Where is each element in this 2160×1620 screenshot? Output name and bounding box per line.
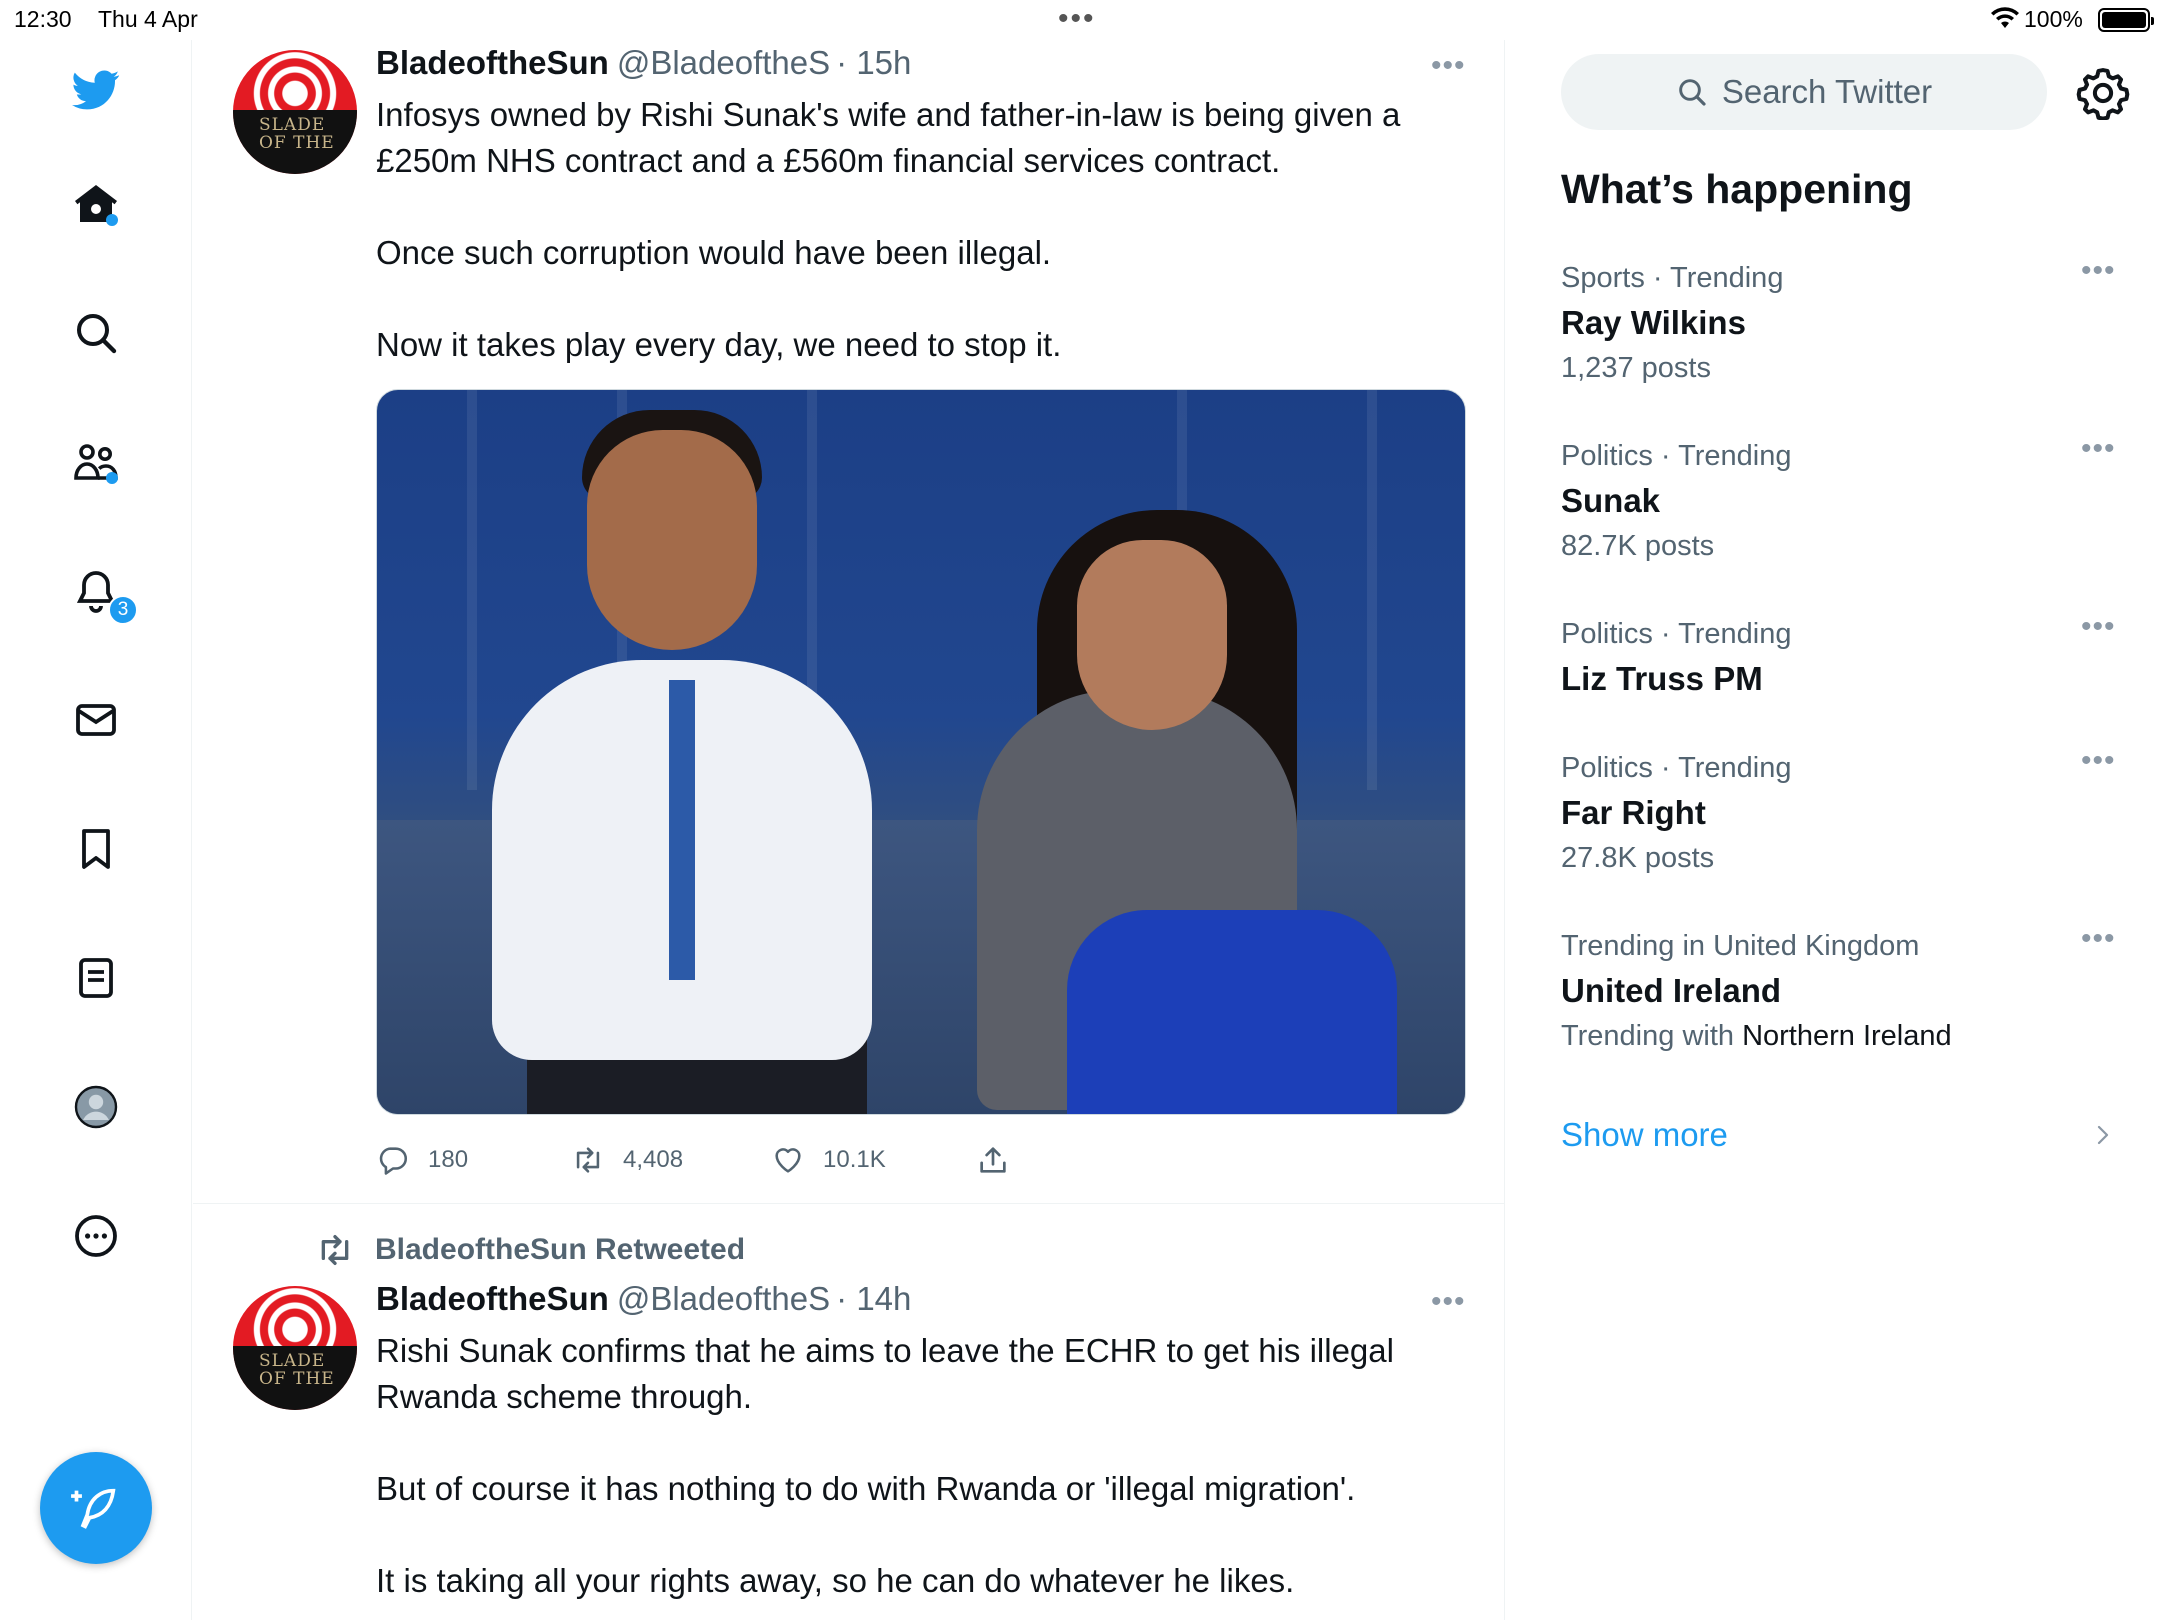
reply-button[interactable]: 180 (376, 1143, 468, 1177)
right-sidebar: Search Twitter What’s happening Sports ·… (1506, 40, 2160, 1620)
search-icon[interactable] (66, 303, 126, 363)
tweet-paragraph: Once such corruption would have been ill… (376, 234, 1052, 271)
wifi-icon (1991, 7, 2019, 28)
tweet-photo[interactable] (376, 389, 1466, 1115)
trend-title: United Ireland (1561, 972, 1782, 1009)
communities-icon[interactable] (66, 432, 126, 492)
trend-more-icon[interactable]: ••• (2081, 744, 2116, 778)
tweet-actions: 180 4,408 10.1K (376, 1143, 1476, 1183)
settings-gear-icon[interactable] (2076, 66, 2130, 120)
share-button[interactable] (976, 1143, 1010, 1177)
author-handle[interactable]: @BladeoftheS (617, 44, 830, 81)
trend-context: Politics · Trending (1561, 440, 1792, 472)
tweet-more-icon[interactable]: ••• (1431, 1287, 1466, 1317)
bookmark-icon[interactable] (66, 819, 126, 879)
tweet-paragraph: But of course it has nothing to do with … (376, 1470, 1356, 1507)
retweet-count: 4,408 (623, 1146, 684, 1173)
heart-icon (775, 1148, 801, 1173)
search-input[interactable]: Search Twitter (1561, 54, 2047, 130)
retweet-icon (321, 1235, 349, 1265)
tweet-text: Rishi Sunak confirms that he aims to lea… (376, 1328, 1476, 1604)
timeline: SLADE OF THE BladeoftheSun @BladeoftheS · 1… (193, 40, 1505, 1620)
twitter-logo-icon[interactable] (66, 60, 126, 120)
more-options-circle-icon[interactable] (66, 1206, 126, 1266)
trend-title: Far Right (1561, 794, 1706, 831)
tweet-more-icon[interactable]: ••• (1431, 51, 1466, 81)
like-button[interactable]: 10.1K (771, 1143, 886, 1177)
trend-more-icon[interactable]: ••• (2081, 432, 2116, 466)
home-icon[interactable] (66, 174, 126, 234)
lists-icon[interactable] (66, 948, 126, 1008)
tweet-header: BladeoftheSun @BladeoftheS · 15h (376, 44, 911, 82)
search-icon (1679, 79, 1706, 106)
chevron-right-icon[interactable] (2091, 1118, 2115, 1152)
avatar-logo-text: SLADE OF THE (259, 1351, 335, 1389)
avatar-logo-text: SLADE OF THE (259, 115, 335, 153)
trend-context: Politics · Trending (1561, 618, 1792, 650)
tweet-paragraph: Infosys owned by Rishi Sunak's wife and … (376, 96, 1401, 179)
battery-icon (2098, 8, 2154, 32)
author-name[interactable]: BladeoftheSun (376, 1280, 609, 1317)
trend-item[interactable]: Politics · Trending Sunak 82.7K posts ••… (1561, 432, 2121, 566)
battery-percentage: 100% (2024, 6, 2083, 32)
author-avatar[interactable]: SLADE OF THE (233, 50, 357, 174)
home-unread-dot (106, 214, 118, 226)
whats-happening-heading: What’s happening (1561, 166, 1913, 212)
trend-related: Trending with Northern Ireland (1561, 1016, 2121, 1056)
tweet-time[interactable]: · 15h (836, 44, 911, 81)
trend-title: Ray Wilkins (1561, 304, 1746, 341)
tweet-paragraph: Rishi Sunak confirms that he aims to lea… (376, 1332, 1394, 1415)
tweet-divider (193, 1203, 1505, 1204)
feather-plus-icon (71, 1488, 116, 1529)
trend-post-count: 27.8K posts (1561, 842, 1715, 874)
trend-more-icon[interactable]: ••• (2081, 254, 2116, 288)
tweet-header: BladeoftheSun @BladeoftheS · 14h (376, 1280, 911, 1318)
tweet-time[interactable]: · 14h (836, 1280, 911, 1317)
share-icon (980, 1147, 1006, 1173)
multitasking-dots-icon[interactable]: ••• (1058, 2, 1096, 36)
compose-tweet-button[interactable] (40, 1452, 152, 1564)
trend-more-icon[interactable]: ••• (2081, 610, 2116, 644)
trend-related-prefix: Trending with (1561, 1020, 1743, 1052)
trend-title: Sunak (1561, 482, 1661, 519)
trend-item[interactable]: Trending in United Kingdom United Irelan… (1561, 922, 2121, 1056)
profile-avatar-icon[interactable] (66, 1077, 126, 1137)
retweeted-by-text: BladeoftheSun Retweeted (375, 1233, 746, 1266)
trend-post-count: 82.7K posts (1561, 530, 1715, 562)
author-handle[interactable]: @BladeoftheS (617, 1280, 830, 1317)
search-placeholder: Search Twitter (1721, 73, 1933, 110)
messages-envelope-icon[interactable] (66, 690, 126, 750)
status-bar: 12:30 Thu 4 Apr ••• 100% (0, 0, 2160, 40)
trend-context: Trending in United Kingdom (1561, 930, 1920, 962)
tweet-paragraph: It is taking all your rights away, so he… (376, 1562, 1295, 1599)
trend-title: Liz Truss PM (1561, 660, 1763, 697)
like-count: 10.1K (823, 1146, 886, 1173)
trend-related-link[interactable]: Northern Ireland (1742, 1020, 1952, 1052)
status-time: 12:30 (14, 6, 72, 32)
author-name[interactable]: BladeoftheSun (376, 44, 609, 81)
reply-count: 180 (428, 1146, 469, 1173)
status-date: Thu 4 Apr (98, 6, 198, 32)
trend-item[interactable]: Sports · Trending Ray Wilkins 1,237 post… (1561, 254, 2121, 388)
trend-context: Sports · Trending (1561, 262, 1784, 294)
notifications-count-badge: 3 (108, 595, 138, 625)
tweet-text: Infosys owned by Rishi Sunak's wife and … (376, 92, 1476, 368)
trend-post-count: 1,237 posts (1561, 352, 1711, 384)
reply-icon (379, 1147, 408, 1175)
trend-more-icon[interactable]: ••• (2081, 922, 2116, 956)
author-avatar[interactable]: SLADE OF THE (233, 1286, 357, 1410)
tweet-paragraph: Now it takes play every day, we need to … (376, 326, 1062, 363)
retweeted-by-label[interactable]: BladeoftheSun Retweeted (315, 1230, 745, 1270)
retweet-icon (576, 1147, 600, 1173)
retweet-button[interactable]: 4,408 (571, 1143, 683, 1177)
trend-item[interactable]: Politics · Trending Far Right 27.8K post… (1561, 744, 2121, 878)
communities-unread-dot (106, 472, 118, 484)
trend-item[interactable]: Politics · Trending Liz Truss PM ••• (1561, 610, 2121, 702)
show-more-link[interactable]: Show more (1561, 1116, 1728, 1154)
left-navigation: 3 (0, 40, 192, 1620)
trend-context: Politics · Trending (1561, 752, 1792, 784)
